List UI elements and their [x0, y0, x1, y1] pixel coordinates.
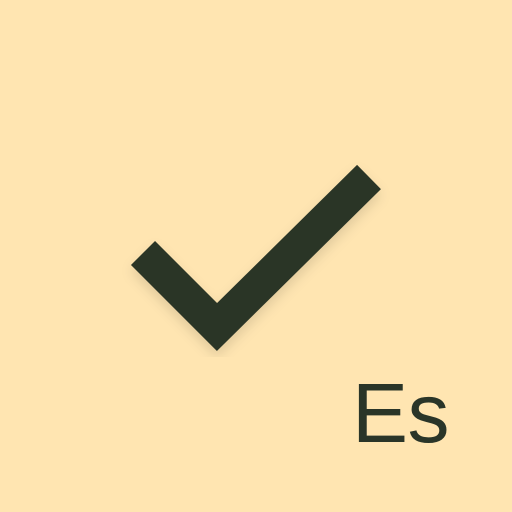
app-icon-canvas: Es: [0, 0, 512, 512]
language-code-label: Es: [351, 366, 450, 460]
